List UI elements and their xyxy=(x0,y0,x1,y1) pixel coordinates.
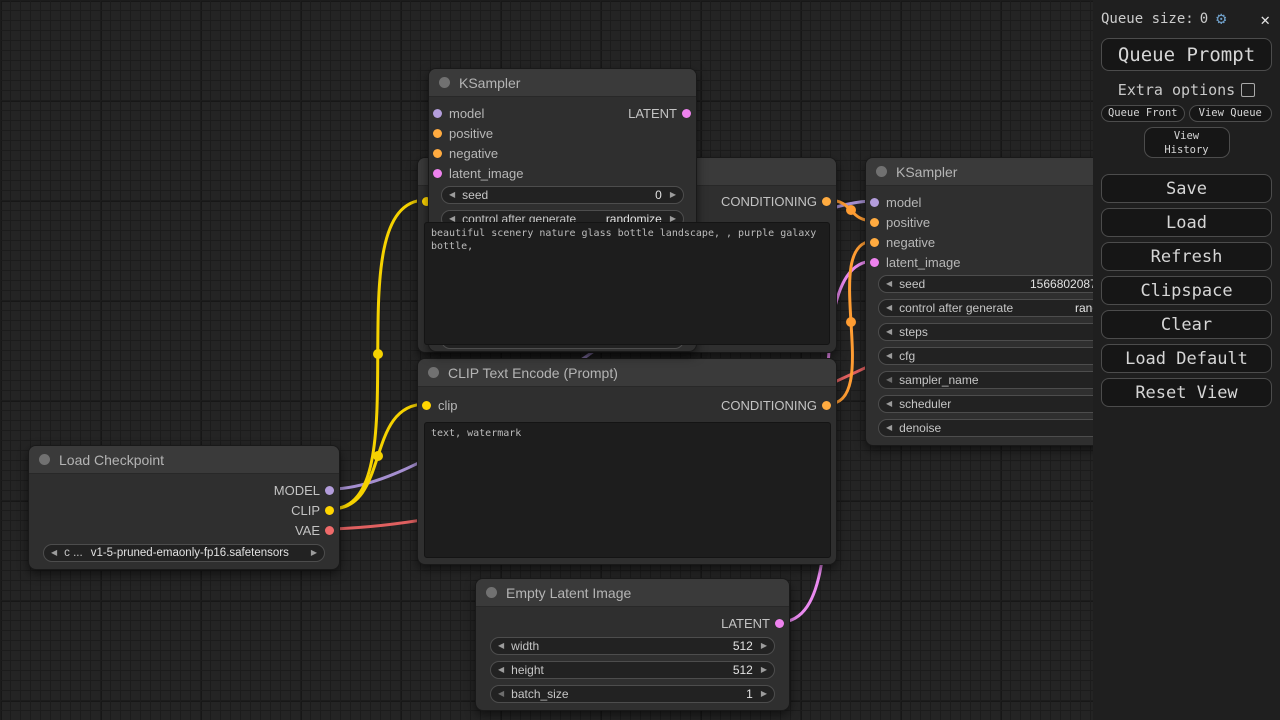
decrement-arrow-icon[interactable]: ◀ xyxy=(51,549,57,557)
port-label: negative xyxy=(449,146,498,161)
seed-widget[interactable]: ◀ seed 0 ▶ xyxy=(441,186,684,204)
decrement-arrow-icon[interactable]: ◀ xyxy=(886,400,892,408)
queue-front-button[interactable]: Queue Front xyxy=(1101,105,1185,122)
menu-panel: Queue size: 0 ⚙ ✕ Queue Prompt Extra opt… xyxy=(1093,0,1280,720)
comfyui-app: CONDITIONING KSampler model LATENT posit… xyxy=(0,0,1280,720)
port-label: VAE xyxy=(295,523,320,538)
increment-arrow-icon[interactable]: ▶ xyxy=(761,690,767,698)
collapse-dot-icon[interactable] xyxy=(876,166,887,177)
port-positive-input[interactable] xyxy=(870,218,879,227)
port-latent-image-input[interactable] xyxy=(870,258,879,267)
decrement-arrow-icon[interactable]: ◀ xyxy=(498,642,504,650)
node-title: KSampler xyxy=(896,164,957,180)
reset-view-button[interactable]: Reset View xyxy=(1101,378,1272,407)
port-label: CONDITIONING xyxy=(721,194,817,209)
height-widget[interactable]: ◀ height 512 ▶ xyxy=(490,661,775,679)
port-label: latent_image xyxy=(449,166,523,181)
decrement-arrow-icon[interactable]: ◀ xyxy=(886,304,892,312)
increment-arrow-icon[interactable]: ▶ xyxy=(761,666,767,674)
view-history-button[interactable]: View History xyxy=(1144,127,1230,158)
port-label: latent_image xyxy=(886,255,960,270)
load-button[interactable]: Load xyxy=(1101,208,1272,237)
port-conditioning-output[interactable] xyxy=(822,197,831,206)
port-negative-input[interactable] xyxy=(433,149,442,158)
positive-prompt-textarea[interactable]: beautiful scenery nature glass bottle la… xyxy=(424,222,830,345)
port-label: CONDITIONING xyxy=(721,398,817,413)
decrement-arrow-icon[interactable]: ◀ xyxy=(498,666,504,674)
port-model-input[interactable] xyxy=(870,198,879,207)
port-clip-output[interactable] xyxy=(325,506,334,515)
port-label: positive xyxy=(886,215,930,230)
port-label: model xyxy=(449,106,484,121)
increment-arrow-icon[interactable]: ▶ xyxy=(311,549,317,557)
port-latent-image-input[interactable] xyxy=(433,169,442,178)
extra-options-checkbox[interactable] xyxy=(1241,83,1255,97)
port-label: negative xyxy=(886,235,935,250)
node-title: Empty Latent Image xyxy=(506,585,631,601)
port-negative-input[interactable] xyxy=(870,238,879,247)
node-header[interactable]: CLIP Text Encode (Prompt) xyxy=(418,359,836,387)
node-empty-latent-image[interactable]: Empty Latent Image LATENT ◀ width 512 ▶ … xyxy=(475,578,790,711)
clear-button[interactable]: Clear xyxy=(1101,310,1272,339)
collapse-dot-icon[interactable] xyxy=(439,77,450,88)
ckpt-name-widget[interactable]: ◀ c ... v1-5-pruned-emaonly-fp16.safeten… xyxy=(43,544,325,562)
save-button[interactable]: Save xyxy=(1101,174,1272,203)
decrement-arrow-icon[interactable]: ◀ xyxy=(886,328,892,336)
decrement-arrow-icon[interactable]: ◀ xyxy=(449,191,455,199)
decrement-arrow-icon[interactable]: ◀ xyxy=(886,424,892,432)
width-widget[interactable]: ◀ width 512 ▶ xyxy=(490,637,775,655)
ckpt-name-value: v1-5-pruned-emaonly-fp16.safetensors xyxy=(91,547,289,559)
node-title: CLIP Text Encode (Prompt) xyxy=(448,365,618,381)
port-label: clip xyxy=(438,398,458,413)
node-title: Load Checkpoint xyxy=(59,452,164,468)
port-vae-output[interactable] xyxy=(325,526,334,535)
node-load-checkpoint[interactable]: Load Checkpoint MODEL CLIP VAE ◀ c ... v… xyxy=(28,445,340,570)
collapse-dot-icon[interactable] xyxy=(428,367,439,378)
port-label: LATENT xyxy=(721,616,770,631)
decrement-arrow-icon[interactable]: ◀ xyxy=(886,280,892,288)
negative-prompt-textarea[interactable]: text, watermark xyxy=(424,422,831,558)
collapse-dot-icon[interactable] xyxy=(39,454,50,465)
port-label: LATENT xyxy=(628,106,677,121)
node-header[interactable]: KSampler xyxy=(429,69,696,97)
port-model-output[interactable] xyxy=(325,486,334,495)
increment-arrow-icon[interactable]: ▶ xyxy=(761,642,767,650)
load-default-button[interactable]: Load Default xyxy=(1101,344,1272,373)
queue-size-label: Queue size: xyxy=(1101,11,1194,27)
port-label: model xyxy=(886,195,921,210)
extra-options-label: Extra options xyxy=(1118,81,1235,99)
queue-size-value: 0 xyxy=(1200,11,1208,27)
port-label: positive xyxy=(449,126,493,141)
port-latent-output[interactable] xyxy=(682,109,691,118)
port-label: CLIP xyxy=(291,503,320,518)
decrement-arrow-icon[interactable]: ◀ xyxy=(886,376,892,384)
port-positive-input[interactable] xyxy=(433,129,442,138)
settings-gear-icon[interactable]: ⚙ xyxy=(1216,9,1226,29)
port-conditioning-output[interactable] xyxy=(822,401,831,410)
increment-arrow-icon[interactable]: ▶ xyxy=(670,191,676,199)
port-label: MODEL xyxy=(274,483,320,498)
decrement-arrow-icon[interactable]: ◀ xyxy=(498,690,504,698)
port-clip-input[interactable] xyxy=(422,401,431,410)
batch-size-widget[interactable]: ◀ batch_size 1 ▶ xyxy=(490,685,775,703)
node-title: KSampler xyxy=(459,75,520,91)
node-header[interactable]: Empty Latent Image xyxy=(476,579,789,607)
port-model-input[interactable] xyxy=(433,109,442,118)
view-queue-button[interactable]: View Queue xyxy=(1189,105,1273,122)
close-icon[interactable]: ✕ xyxy=(1260,10,1270,29)
queue-prompt-button[interactable]: Queue Prompt xyxy=(1101,38,1272,71)
clipspace-button[interactable]: Clipspace xyxy=(1101,276,1272,305)
port-latent-output[interactable] xyxy=(775,619,784,628)
collapse-dot-icon[interactable] xyxy=(486,587,497,598)
node-header[interactable]: Load Checkpoint xyxy=(29,446,339,474)
refresh-button[interactable]: Refresh xyxy=(1101,242,1272,271)
decrement-arrow-icon[interactable]: ◀ xyxy=(886,352,892,360)
